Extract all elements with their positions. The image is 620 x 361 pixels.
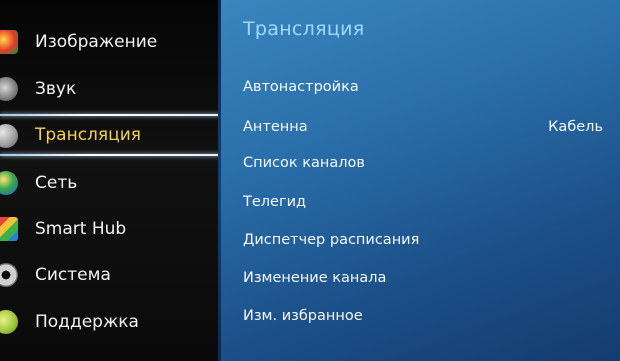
settings-sidebar: Изображение Звук Трансляция Сеть Smart H…: [0, 0, 220, 361]
globe-icon: [0, 171, 18, 195]
menu-item-label: Автонастройка: [243, 79, 359, 95]
sidebar-item-network[interactable]: Сеть: [0, 163, 218, 203]
menu-item-guide[interactable]: Телегид: [243, 188, 603, 216]
sidebar-item-broadcast[interactable]: Трансляция: [0, 116, 218, 154]
gear-icon: [0, 263, 18, 287]
sidebar-item-smart-hub[interactable]: Smart Hub: [0, 209, 218, 249]
smart-hub-cube-icon: [0, 217, 18, 241]
page-title: Трансляция: [243, 18, 365, 40]
support-icon: [0, 310, 18, 334]
menu-item-schedule-manager[interactable]: Диспетчер расписания: [243, 226, 603, 254]
sidebar-item-label: Сеть: [35, 173, 78, 193]
menu-item-label: Телегид: [243, 194, 307, 210]
sidebar-item-label: Поддержка: [35, 312, 139, 332]
picture-icon: [0, 30, 18, 54]
satellite-dish-icon: [0, 124, 18, 148]
antenna-value: Кабель: [548, 119, 603, 135]
sidebar-item-label: Трансляция: [35, 125, 141, 145]
sidebar-item-label: Изображение: [35, 32, 158, 52]
sidebar-item-label: Звук: [35, 79, 77, 99]
menu-item-channel-list[interactable]: Список каналов: [243, 149, 603, 177]
menu-item-auto-tuning[interactable]: Автонастройка: [243, 73, 603, 101]
sidebar-item-support[interactable]: Поддержка: [0, 302, 218, 342]
menu-item-label: Антенна: [243, 119, 308, 135]
sidebar-item-sound[interactable]: Звук: [0, 69, 218, 109]
menu-item-edit-channel[interactable]: Изменение канала: [243, 264, 603, 292]
sidebar-item-system[interactable]: Система: [0, 255, 218, 295]
sidebar-item-label: Smart Hub: [35, 219, 127, 239]
speaker-icon: [0, 77, 18, 101]
sidebar-item-label: Система: [35, 265, 111, 285]
menu-item-label: Изм. избранное: [243, 308, 363, 324]
menu-item-label: Изменение канала: [243, 270, 387, 286]
sidebar-item-picture[interactable]: Изображение: [0, 22, 218, 62]
menu-item-edit-favorites[interactable]: Изм. избранное: [243, 302, 603, 330]
active-item-bottom-line: [0, 154, 220, 156]
menu-item-label: Диспетчер расписания: [243, 232, 420, 248]
broadcast-settings-panel: Трансляция Автонастройка Антенна Кабель …: [221, 0, 620, 361]
menu-item-antenna[interactable]: Антенна Кабель: [243, 113, 603, 141]
menu-item-label: Список каналов: [243, 155, 365, 171]
